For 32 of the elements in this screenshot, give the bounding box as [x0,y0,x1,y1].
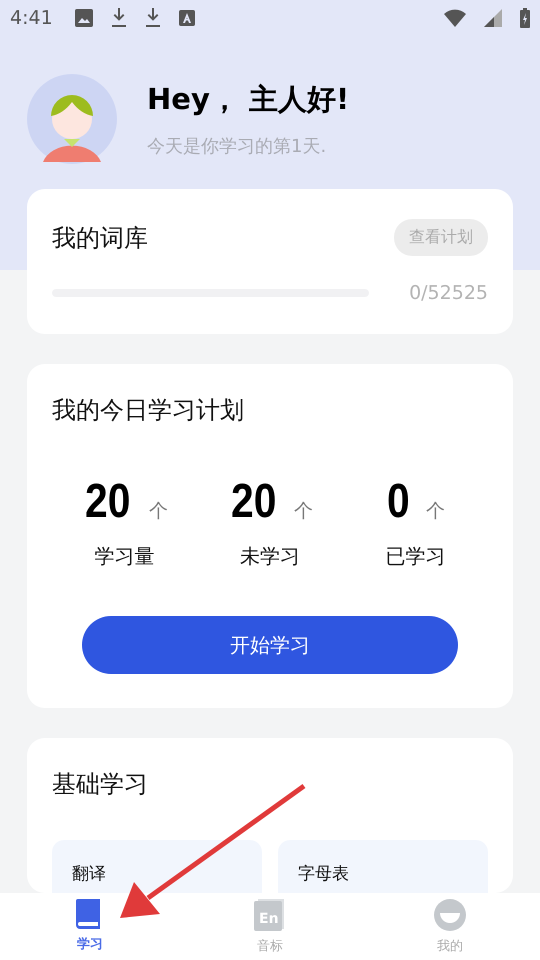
wifi-icon [444,9,466,27]
image-icon [74,9,93,27]
status-time: 4:41 [10,7,53,29]
download-icon [144,8,161,28]
start-button[interactable]: 开始学习 [82,616,458,674]
signal-icon [484,9,502,27]
stat-number: 0 [387,474,410,529]
stat-label: 学习量 [94,543,155,570]
lesson-tile[interactable]: 翻译 [52,840,262,893]
stat-number: 20 [230,474,276,529]
tile-label: 翻译 [72,864,106,884]
face-icon [434,899,466,931]
day-count-text: 今天是你学习的第1天. [147,135,328,158]
download-icon [110,8,127,28]
stat-unit: 个 [426,499,446,524]
stat-label: 已学习 [385,543,446,570]
stat-number: 20 [85,474,131,529]
stat-unit: 个 [148,499,168,524]
nav-tab[interactable]: En 音标 [180,893,360,960]
tile-label: 字母表 [298,864,349,884]
greeting-title: Hey， 主人好! [147,81,350,118]
card-title: 我的今日学习计划 [52,395,245,426]
nav-tab[interactable]: 学习 [0,893,180,960]
card-title: 我的词库 [52,222,148,254]
word-count: 0/52525 [409,282,488,304]
nav-tab[interactable]: 我的 [360,893,540,960]
stat-label: 未学习 [240,543,300,570]
card-title: 基础学习 [52,769,149,800]
stat-unit: 个 [294,499,314,524]
lesson-tile[interactable]: 字母表 [278,840,488,893]
battery-icon [520,8,530,28]
font-icon [178,10,195,26]
